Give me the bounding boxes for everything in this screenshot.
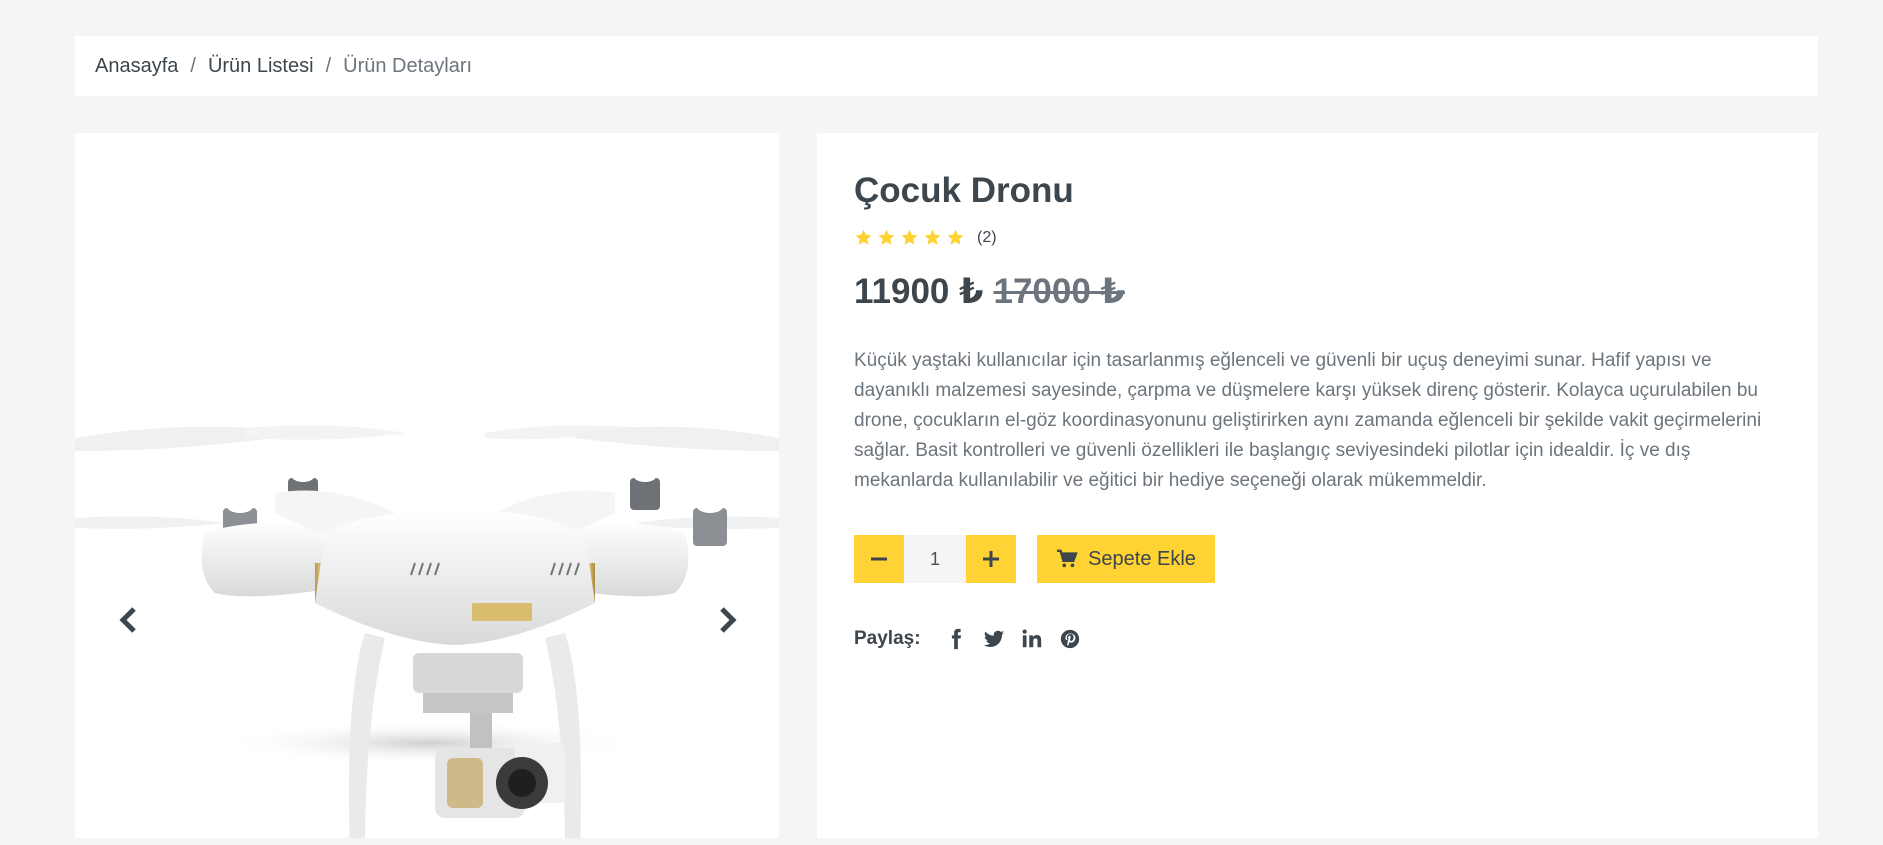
- add-to-cart-button[interactable]: Sepete Ekle: [1037, 535, 1215, 583]
- quantity-input[interactable]: [904, 535, 966, 583]
- product-description: Küçük yaştaki kullanıcılar için tasarlan…: [854, 350, 1762, 491]
- pinterest-icon: [1060, 629, 1079, 649]
- quantity-stepper: [854, 535, 1016, 583]
- star-icon: [924, 229, 941, 245]
- carousel-next-button[interactable]: [708, 595, 748, 645]
- star-icon: [901, 229, 918, 245]
- minus-icon: [871, 557, 887, 561]
- product-image-carousel: [75, 133, 779, 838]
- breadcrumb-separator: /: [325, 54, 332, 77]
- review-count: (2): [977, 228, 997, 246]
- share-bar: Paylaş:: [854, 625, 1097, 653]
- product-detail-panel: Çocuk Dronu (2) 11900 ₺ 17000 ₺ Küçük ya…: [817, 133, 1818, 838]
- product-rating: (2): [854, 228, 997, 247]
- share-label: Paylaş:: [854, 628, 921, 649]
- twitter-share-link[interactable]: [983, 625, 1021, 653]
- product-image: [75, 425, 779, 838]
- quantity-decrease-button[interactable]: [854, 535, 904, 583]
- product-title: Çocuk Dronu: [854, 171, 1074, 210]
- product-price: 11900 ₺ 17000 ₺: [854, 272, 1125, 312]
- add-to-cart-label: Sepete Ekle: [1088, 547, 1196, 570]
- chevron-right-icon: [720, 607, 737, 633]
- facebook-icon: [951, 628, 961, 650]
- carousel-prev-button[interactable]: [108, 595, 148, 645]
- linkedin-icon: [1022, 629, 1041, 648]
- star-icon: [855, 229, 872, 245]
- plus-icon: [983, 551, 999, 567]
- chevron-left-icon: [119, 607, 136, 633]
- old-price: 17000 ₺: [993, 272, 1125, 311]
- twitter-icon: [983, 630, 1004, 647]
- breadcrumb: Anasayfa / Ürün Listesi / Ürün Detayları: [75, 36, 1818, 96]
- breadcrumb-current: Ürün Detayları: [343, 54, 473, 77]
- star-icon: [878, 229, 895, 245]
- breadcrumb-list-link[interactable]: Ürün Listesi: [208, 55, 314, 78]
- breadcrumb-separator: /: [190, 54, 196, 77]
- pinterest-share-link[interactable]: [1059, 625, 1097, 653]
- current-price: 11900 ₺: [854, 272, 984, 311]
- shopping-cart-icon: [1057, 549, 1078, 568]
- star-icon: [947, 229, 964, 245]
- breadcrumb-home-link[interactable]: Anasayfa: [95, 55, 178, 78]
- facebook-share-link[interactable]: [945, 625, 983, 653]
- linkedin-share-link[interactable]: [1021, 625, 1059, 653]
- quantity-increase-button[interactable]: [966, 535, 1016, 583]
